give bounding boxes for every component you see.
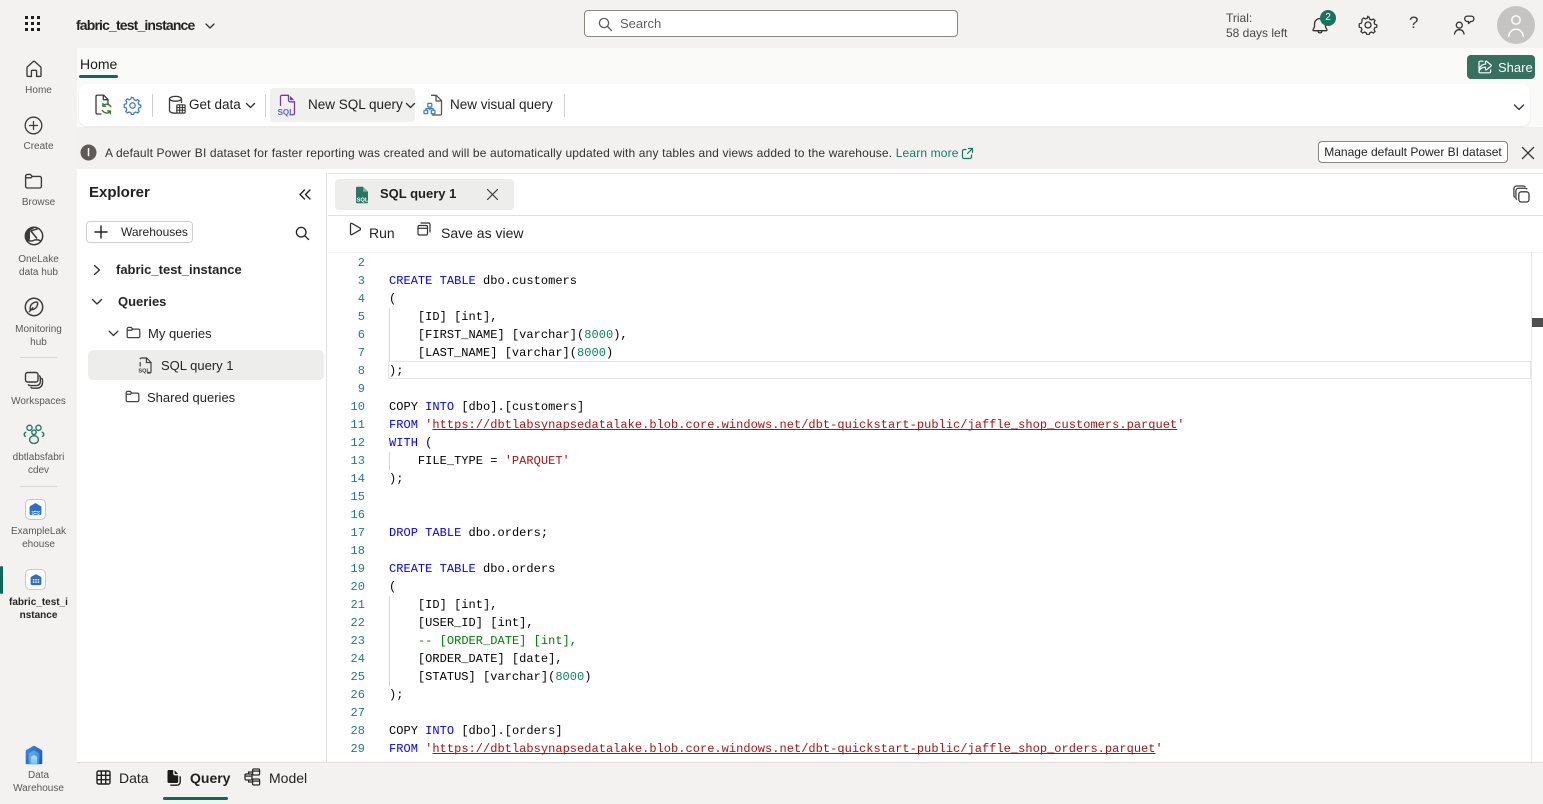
svg-text:SQL: SQL [357, 197, 369, 203]
svg-text:SQL: SQL [278, 108, 295, 117]
svg-text:SQL: SQL [138, 369, 150, 374]
